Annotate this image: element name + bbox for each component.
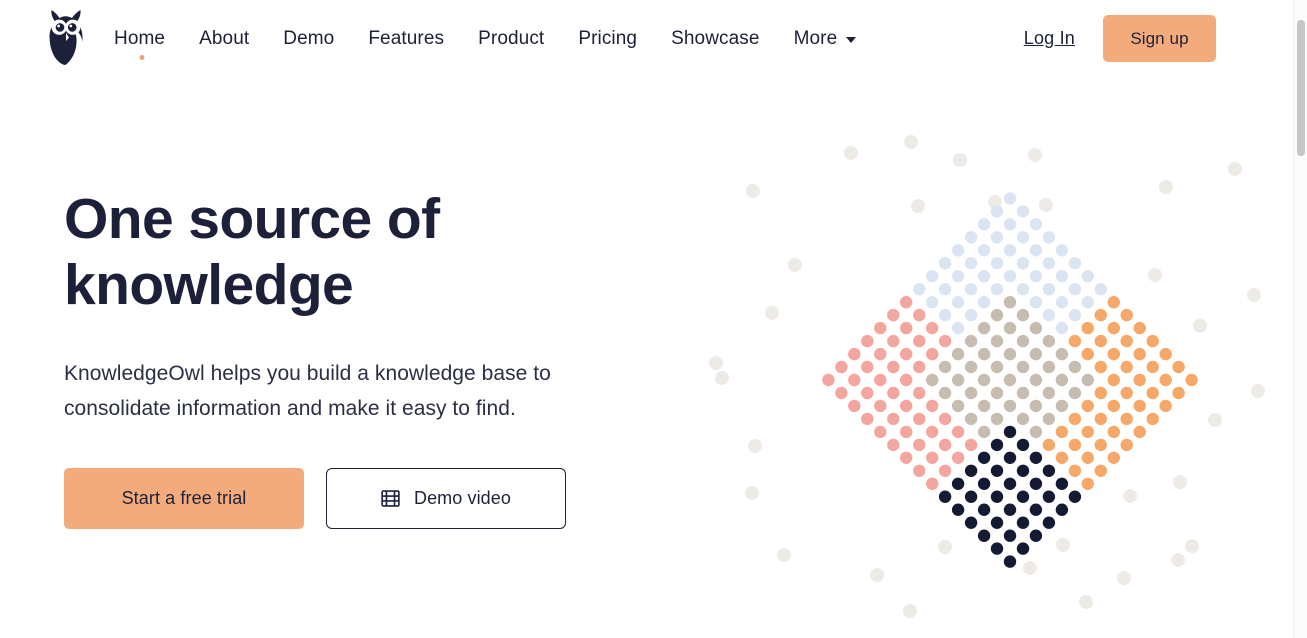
nav-active-indicator-dot — [139, 55, 145, 60]
hero-subtitle: KnowledgeOwl helps you build a knowledge… — [64, 362, 551, 420]
nav-item-more[interactable]: More — [777, 0, 874, 77]
page-title: One source of knowledge — [64, 187, 440, 317]
sign-up-button[interactable]: Sign up — [1103, 15, 1216, 62]
nav-label: Product — [478, 28, 545, 49]
page-root: Home About Demo Features Product Pricing — [0, 0, 1307, 638]
scatter-dots — [709, 135, 1265, 618]
diamond-dots — [822, 192, 1198, 568]
nav-label: More — [793, 28, 838, 49]
hero-section: One source of knowledge KnowledgeOwl hel… — [64, 186, 684, 529]
site-header: Home About Demo Features Product Pricing — [0, 0, 1293, 77]
owl-logo-icon[interactable] — [41, 5, 91, 67]
chevron-down-icon — [846, 36, 857, 43]
nav-list: Home About Demo Features Product Pricing — [114, 0, 873, 77]
nav-label: Showcase — [671, 28, 760, 49]
nav-label: Demo — [283, 28, 335, 49]
demo-video-label: Demo video — [413, 488, 512, 508]
nav-item-about[interactable]: About — [182, 0, 266, 77]
nav-label: Pricing — [578, 28, 638, 49]
nav-label: Features — [368, 28, 445, 49]
hero-cta-group: Start a free trial Demo video — [64, 468, 684, 529]
nav-item-showcase[interactable]: Showcase — [654, 0, 776, 77]
log-in-link[interactable]: Log In — [1024, 28, 1075, 49]
header-actions: Log In Sign up — [1024, 0, 1216, 77]
nav-item-product[interactable]: Product — [461, 0, 561, 77]
demo-video-button[interactable]: Demo video — [326, 468, 566, 529]
nav-label: Home — [114, 28, 166, 49]
nav-item-pricing[interactable]: Pricing — [561, 0, 654, 77]
nav-item-features[interactable]: Features — [351, 0, 461, 77]
diamond-dot-grid-graphic — [700, 115, 1300, 625]
start-free-trial-button[interactable]: Start a free trial — [64, 468, 304, 529]
nav-item-demo[interactable]: Demo — [266, 0, 351, 77]
film-strip-icon — [381, 489, 400, 508]
scrollbar-thumb[interactable] — [1297, 20, 1305, 156]
nav-label: About — [199, 28, 250, 49]
nav-item-home[interactable]: Home — [114, 0, 182, 77]
